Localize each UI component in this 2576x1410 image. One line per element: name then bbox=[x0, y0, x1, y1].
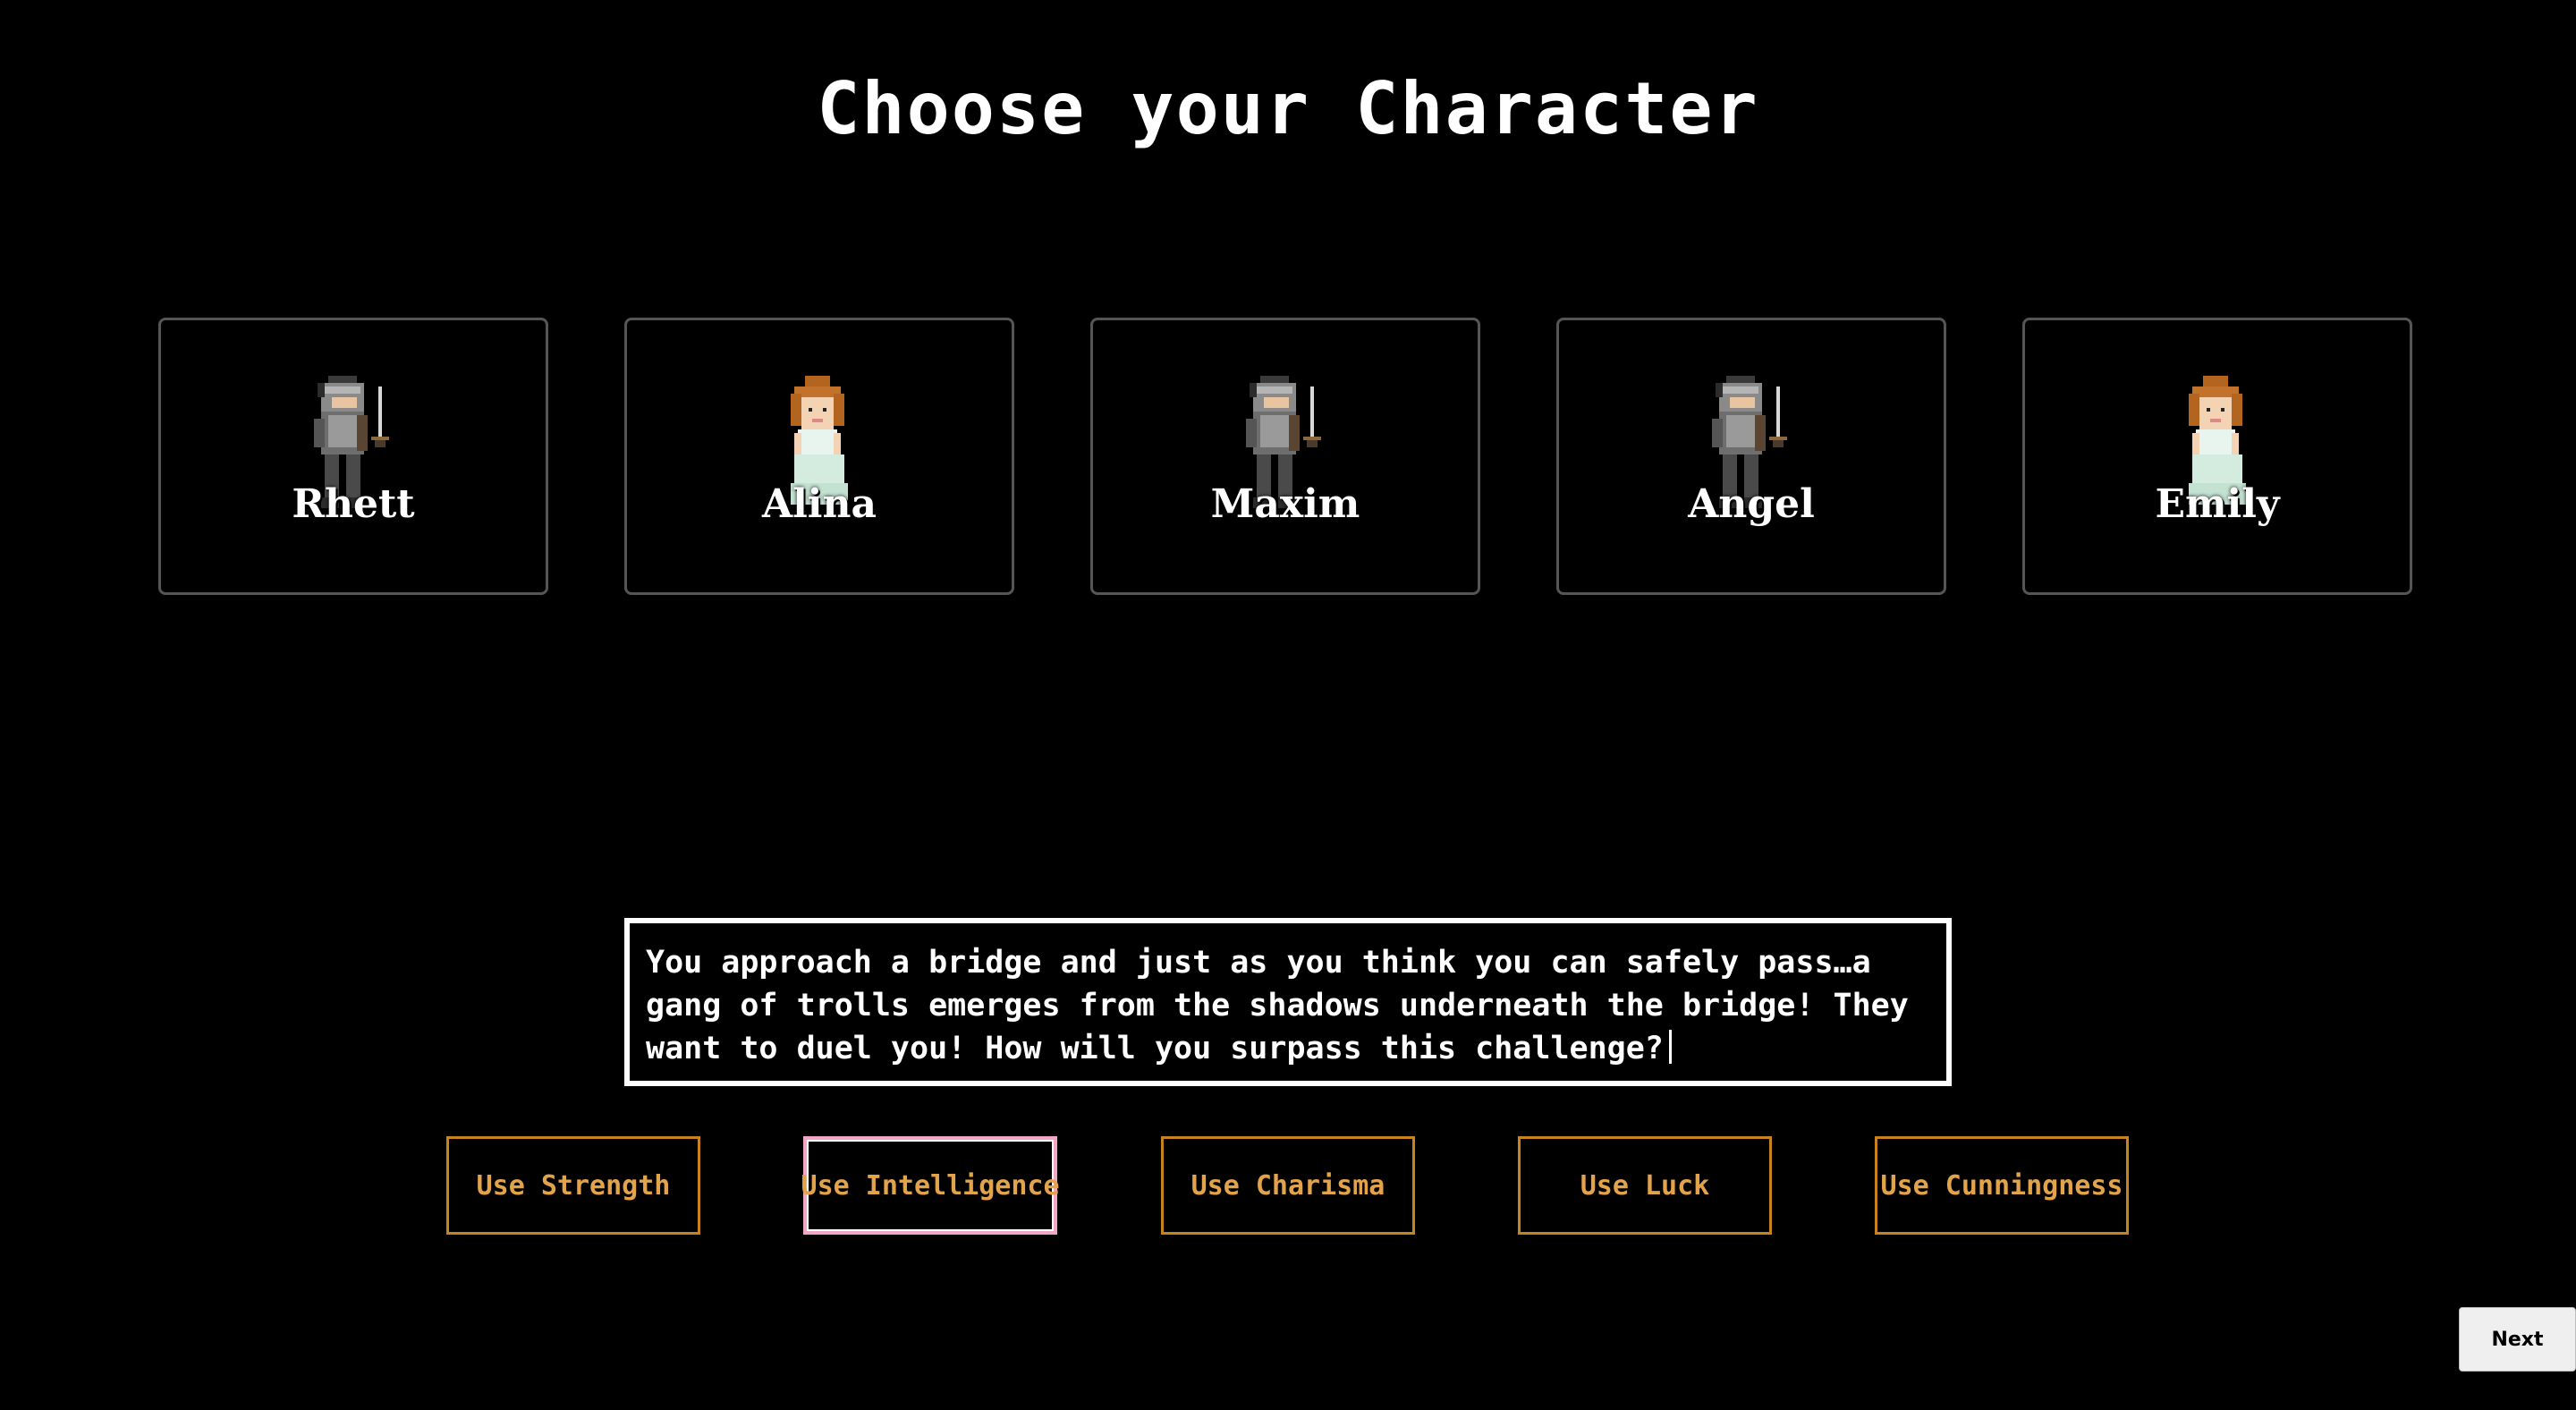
character-card-emily[interactable]: Emily bbox=[2022, 318, 2412, 595]
action-buttons: Use Strength Use Intelligence Use Charis… bbox=[0, 1136, 2576, 1236]
page-title: Choose your Character bbox=[817, 67, 1759, 150]
character-name: Rhett bbox=[292, 481, 415, 527]
use-intelligence-button[interactable]: Use Intelligence bbox=[801, 1136, 1060, 1235]
use-cunningness-button[interactable]: Use Cunningness bbox=[1875, 1136, 2129, 1235]
text-cursor bbox=[1668, 1030, 1672, 1064]
character-card-maxim[interactable]: Maxim bbox=[1090, 318, 1480, 595]
character-name: Emily bbox=[2155, 481, 2280, 527]
use-luck-button[interactable]: Use Luck bbox=[1518, 1136, 1772, 1235]
character-name: Alina bbox=[761, 481, 877, 527]
use-strength-button[interactable]: Use Strength bbox=[446, 1136, 700, 1235]
story-text: You approach a bridge and just as you th… bbox=[646, 945, 1909, 1066]
character-name: Angel bbox=[1688, 481, 1815, 527]
character-name: Maxim bbox=[1210, 481, 1360, 527]
character-card-rhett[interactable]: Rhett bbox=[158, 318, 548, 595]
story-text-box: You approach a bridge and just as you th… bbox=[624, 918, 1952, 1086]
character-select-screen: Choose your Character Rhett Alina Maxim … bbox=[0, 0, 2576, 1410]
use-charisma-button[interactable]: Use Charisma bbox=[1161, 1136, 1415, 1235]
character-card-angel[interactable]: Angel bbox=[1556, 318, 1946, 595]
next-button[interactable]: Next bbox=[2459, 1307, 2576, 1372]
character-card-alina[interactable]: Alina bbox=[624, 318, 1014, 595]
character-list: Rhett Alina Maxim Angel Emily bbox=[0, 318, 2576, 599]
